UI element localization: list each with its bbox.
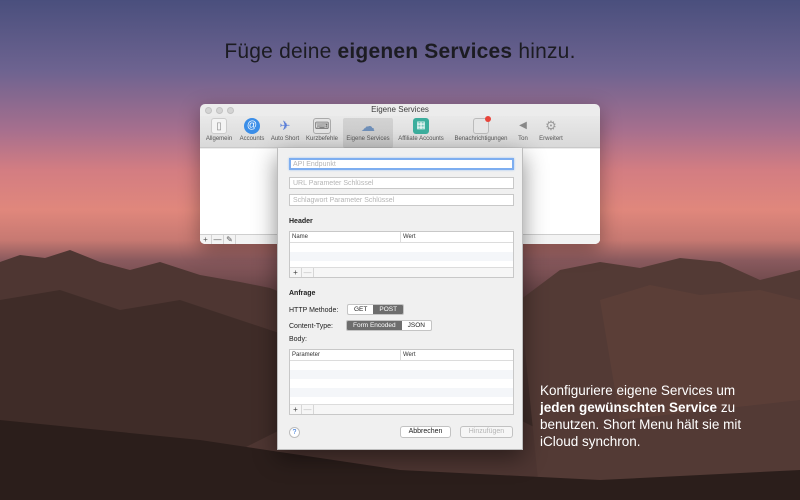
at-icon: @ — [244, 118, 260, 134]
preferences-toolbar: ▯ Allgemein @ Accounts ✈ Auto Short ⌨ Ku… — [200, 116, 600, 148]
keyword-parameter-key-input[interactable]: Schlagwort Parameter Schlüssel — [289, 194, 514, 206]
body-label: Body: — [289, 336, 307, 343]
table-row — [290, 252, 513, 261]
caption-line: zu — [717, 400, 736, 415]
rocket-icon: ✈ — [279, 118, 291, 133]
caption-line: Konfiguriere eigene Services um — [540, 383, 736, 398]
column-name: Name — [292, 234, 309, 240]
edit-service-button[interactable]: ✎ — [224, 235, 236, 244]
toolbar-item-ton[interactable]: ◀ Ton — [512, 118, 534, 148]
caption-line: benutzen. Short Menu hält sie mit — [540, 417, 742, 432]
content-type-form-encoded[interactable]: Form Encoded — [347, 321, 402, 330]
table-row — [290, 370, 513, 379]
content-type-segmented-control: Form Encoded JSON — [346, 320, 432, 331]
header-table-columns: Name Wert — [290, 232, 513, 243]
speaker-icon: ◀ — [519, 120, 527, 131]
remove-service-button[interactable]: — — [212, 235, 224, 244]
add-button[interactable]: Hinzufügen — [460, 426, 513, 438]
http-method-post[interactable]: POST — [373, 305, 404, 314]
toolbar-label: Erweitert — [539, 136, 563, 142]
body-table-columns: Parameter Wert — [290, 350, 513, 361]
table-row — [290, 388, 513, 397]
http-method-segmented-control: GET POST — [347, 304, 405, 315]
remove-header-button[interactable]: — — [302, 268, 314, 277]
toolbar-label: Kurzbefehle — [305, 136, 339, 142]
toolbar-item-benachrichtigungen[interactable]: Benachrichtigungen — [450, 116, 512, 148]
toolbar-item-erweitert[interactable]: ⚙ Erweitert — [534, 118, 568, 148]
affiliate-icon: ▦ — [413, 118, 429, 134]
header-table-footer: + — — [290, 267, 513, 277]
keyboard-icon: ⌨ — [313, 118, 331, 134]
toolbar-item-eigene-services[interactable]: ☁ Eigene Services — [343, 118, 393, 148]
toolbar-item-kurzbefehle[interactable]: ⌨ Kurzbefehle — [302, 118, 342, 148]
custom-service-sheet: API Endpunkt URL Parameter Schlüssel Sch… — [277, 148, 523, 450]
content-type-label: Content-Type: — [289, 323, 333, 330]
title-bar: Eigene Services — [200, 104, 600, 116]
toolbar-label: Eigene Services — [346, 136, 390, 142]
content-type-json[interactable]: JSON — [402, 321, 431, 330]
remove-parameter-button[interactable]: — — [302, 405, 314, 414]
cloud-icon: ☁ — [361, 118, 375, 134]
headline: Füge deine eigenen Services hinzu. — [0, 40, 800, 64]
table-row — [290, 361, 513, 370]
api-endpoint-input[interactable]: API Endpunkt — [289, 158, 514, 170]
caption-line: iCloud synchron. — [540, 434, 641, 449]
request-section-title: Anfrage — [289, 290, 316, 297]
body-table-footer: + — — [290, 404, 513, 414]
headline-text-end: hinzu. — [512, 40, 576, 63]
help-button[interactable]: ? — [289, 427, 300, 438]
toolbar-label: Ton — [518, 136, 528, 142]
toolbar-item-allgemein[interactable]: ▯ Allgemein — [202, 118, 236, 148]
http-method-get[interactable]: GET — [348, 305, 373, 314]
toolbar-item-auto-short[interactable]: ✈ Auto Short — [268, 118, 302, 148]
add-header-button[interactable]: + — [290, 268, 302, 277]
http-method-label: HTTP Methode: — [289, 307, 339, 314]
table-row — [290, 379, 513, 388]
headline-bold: eigenen Services — [337, 40, 513, 63]
table-row — [290, 243, 513, 252]
add-service-button[interactable]: + — [200, 235, 212, 244]
column-value: Wert — [403, 352, 416, 358]
column-parameter: Parameter — [292, 352, 321, 358]
column-value: Wert — [403, 234, 416, 240]
window-title: Eigene Services — [371, 105, 429, 114]
toolbar-item-affiliate-accounts[interactable]: ▦ Affiliate Accounts — [394, 118, 448, 148]
header-table[interactable]: Name Wert + — — [289, 231, 514, 278]
header-section-title: Header — [289, 218, 313, 225]
toolbar-label: Accounts — [239, 136, 265, 142]
toggle-icon: ▯ — [211, 118, 227, 134]
headline-text: Füge deine — [224, 40, 338, 63]
caption-bold: jeden gewünschten Service — [540, 400, 718, 415]
toolbar-label: Benachrichtigungen — [454, 136, 508, 142]
toolbar-item-accounts[interactable]: @ Accounts — [236, 118, 268, 148]
gear-icon: ⚙ — [545, 118, 557, 133]
body-table[interactable]: Parameter Wert + — — [289, 349, 514, 415]
url-parameter-key-input[interactable]: URL Parameter Schlüssel — [289, 177, 514, 189]
add-parameter-button[interactable]: + — [290, 405, 302, 414]
notification-icon — [473, 116, 491, 134]
toolbar-label: Affiliate Accounts — [398, 136, 444, 142]
feature-caption: Konfiguriere eigene Services um jeden ge… — [540, 382, 780, 450]
cancel-button[interactable]: Abbrechen — [400, 426, 451, 438]
toolbar-label: Auto Short — [270, 136, 300, 142]
toolbar-label: Allgemein — [205, 136, 233, 142]
